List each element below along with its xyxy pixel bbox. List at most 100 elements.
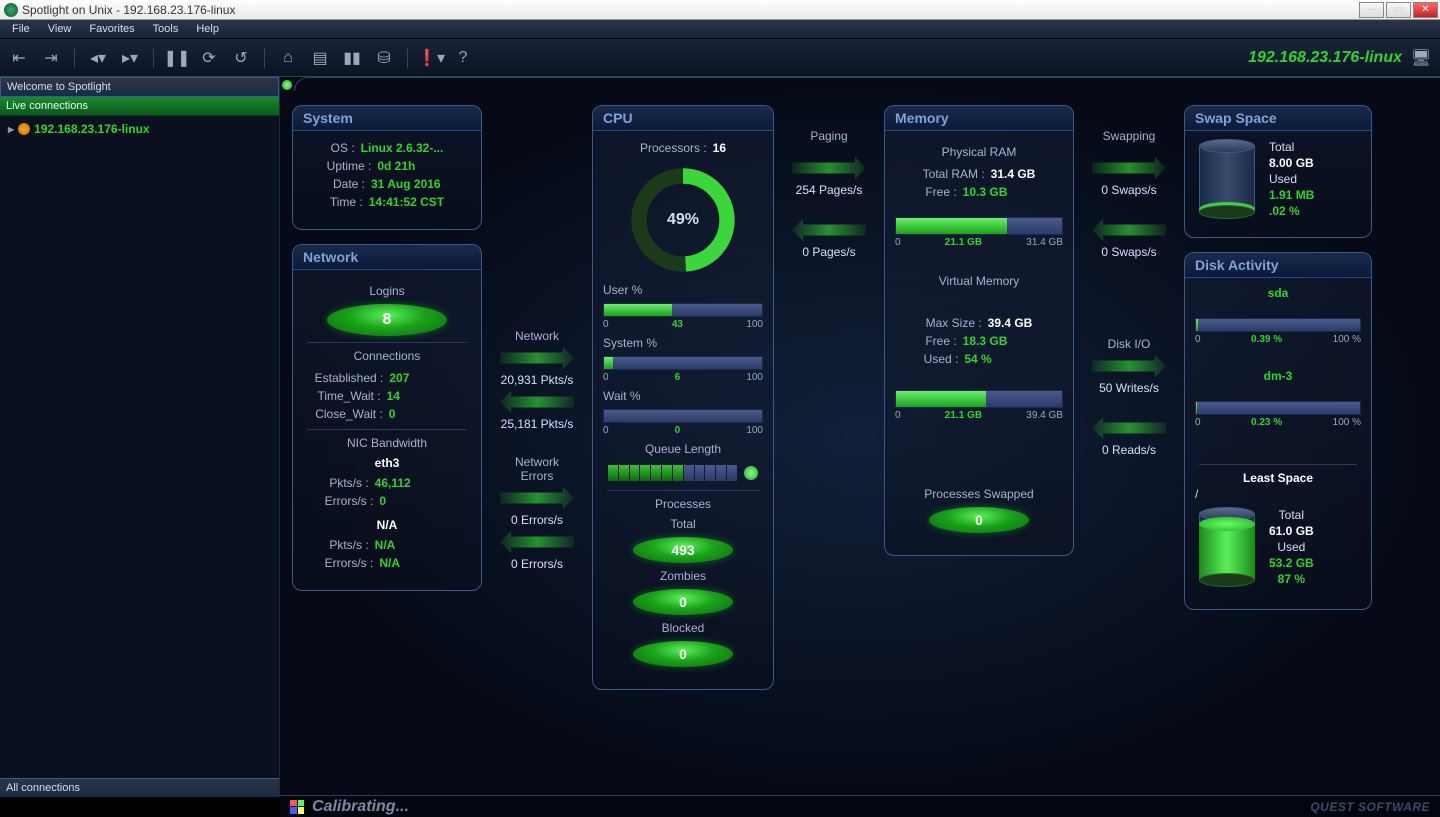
minimize-button[interactable]: — [1359, 2, 1384, 18]
mem-free: 10.3 GB [963, 185, 1033, 199]
swap-used: 1.91 MB [1269, 188, 1314, 202]
panel-memory[interactable]: Memory Physical RAM Total RAM :31.4 GB F… [884, 105, 1074, 556]
panel-system[interactable]: System OS :Linux 2.6.32-... Uptime :0d 2… [292, 105, 482, 230]
nav-fwd-icon[interactable]: ▸▾ [119, 47, 141, 69]
tree-host[interactable]: ▶ 192.168.23.176-linux [4, 120, 275, 138]
history-icon[interactable]: ↺ [230, 47, 252, 69]
proc-blocked: 0 [633, 641, 733, 667]
flow-net-out: 20,931 Pkts/s [500, 373, 574, 387]
flow-arrow-icon [792, 219, 866, 241]
disk-cylinder-icon [1199, 507, 1255, 587]
title-bar: Spotlight on Unix - 192.168.23.176-linux… [0, 0, 1440, 20]
flow-arrow-icon [500, 531, 574, 553]
disk-used: 53.2 GB [1269, 556, 1314, 570]
flow-arrow-icon [792, 157, 866, 179]
proc-swapped: 0 [929, 507, 1029, 533]
sidebar: Welcome to Spotlight Live connections ▶ … [0, 77, 280, 797]
disk-path: / [1195, 487, 1361, 501]
flow-arrow-icon [1092, 417, 1166, 439]
panel-disk[interactable]: Disk Activity sda 00.39 %100 % dm-3 00.2… [1184, 252, 1372, 610]
menu-tools[interactable]: Tools [145, 21, 187, 37]
menu-file[interactable]: File [4, 21, 38, 37]
swap-used-pct: .02 % [1269, 204, 1314, 218]
sidebar-live[interactable]: Live connections [0, 97, 279, 116]
refresh-icon[interactable]: ⟳ [198, 47, 220, 69]
tree-host-label: 192.168.23.176-linux [34, 122, 149, 136]
disk-total: 61.0 GB [1269, 524, 1314, 538]
nic1-err: 0 [379, 494, 449, 508]
panel-cpu[interactable]: CPU Processors :16 49% User % 043100 Sys… [592, 105, 774, 690]
system-uptime: 0d 21h [377, 159, 447, 173]
status-bar: Calibrating... QUEST SOFTWARE [280, 795, 1440, 817]
connect-icon[interactable]: ⇤ [8, 47, 30, 69]
window-title: Spotlight on Unix - 192.168.23.176-linux [22, 3, 1359, 17]
alert-icon[interactable]: ❗▾ [420, 47, 442, 69]
pause-icon[interactable]: ❚❚ [166, 47, 188, 69]
grid-icon[interactable] [290, 800, 304, 814]
conn-closewait: 0 [389, 407, 459, 421]
flow-arrow-icon [1092, 157, 1166, 179]
proc-total: 493 [633, 537, 733, 563]
cpu-count: 16 [713, 141, 726, 155]
flow-paging-in: 0 Pages/s [792, 245, 866, 259]
panel-memory-title: Memory [885, 106, 1073, 131]
menu-favorites[interactable]: Favorites [81, 21, 142, 37]
flow-arrow-icon [1092, 355, 1166, 377]
host-label: 192.168.23.176-linux [1248, 49, 1402, 67]
disk2-bar [1195, 401, 1361, 415]
cpu-gauge: 49% [628, 165, 738, 275]
disk1-name: sda [1195, 286, 1361, 300]
home-icon[interactable]: ⌂ [277, 47, 299, 69]
swap-cylinder-icon [1199, 139, 1255, 219]
panel-network-title: Network [293, 245, 481, 270]
nic2-err: N/A [379, 556, 449, 570]
status-led-icon [282, 80, 292, 90]
system-date: 31 Aug 2016 [371, 177, 441, 191]
nic1-name: eth3 [303, 456, 471, 470]
disk2-name: dm-3 [1195, 369, 1361, 383]
connection-tree: ▶ 192.168.23.176-linux [0, 116, 279, 778]
sidebar-all[interactable]: All connections [0, 778, 279, 797]
conn-established: 207 [389, 371, 459, 385]
chart-icon[interactable]: ▮▮ [341, 47, 363, 69]
panel-swap-title: Swap Space [1185, 106, 1371, 131]
proc-zombies: 0 [633, 589, 733, 615]
swap-total: 8.00 GB [1269, 156, 1314, 170]
disk-used-pct: 87 % [1269, 572, 1314, 586]
flow-arrow-icon [500, 347, 574, 369]
mem-phys-bar [895, 217, 1063, 235]
maximize-button[interactable]: ▭ [1386, 2, 1411, 18]
flow-disk-writes: 50 Writes/s [1092, 381, 1166, 395]
disconnect-icon[interactable]: ⇥ [40, 47, 62, 69]
help-icon[interactable]: ? [452, 47, 474, 69]
nic1-pkts: 46,112 [375, 476, 445, 490]
menu-help[interactable]: Help [188, 21, 227, 37]
panel-cpu-title: CPU [593, 106, 773, 131]
flow-net-in: 25,181 Pkts/s [500, 417, 574, 431]
system-time: 14:41:52 CST [369, 195, 444, 209]
flow-arrow-icon [500, 391, 574, 413]
host-icon [18, 123, 30, 135]
sidebar-welcome[interactable]: Welcome to Spotlight [0, 77, 279, 97]
disk1-bar [1195, 318, 1361, 332]
flow-paging-out: 254 Pages/s [792, 183, 866, 197]
menu-view[interactable]: View [40, 21, 80, 37]
cpu-user-bar [603, 303, 763, 317]
close-button[interactable]: ✕ [1413, 2, 1438, 18]
panel-swap[interactable]: Swap Space Total 8.00 GB Used 1.91 MB .0… [1184, 105, 1372, 238]
flow-arrow-icon [500, 487, 574, 509]
cpu-wait-bar [603, 409, 763, 423]
cpu-system-bar [603, 356, 763, 370]
monitor-icon[interactable]: 🖥 [1410, 47, 1432, 69]
nic2-pkts: N/A [375, 538, 445, 552]
nic2-name: N/A [303, 518, 471, 532]
logins-oval: 8 [327, 304, 447, 336]
panel-network[interactable]: Network Logins 8 Connections Established… [292, 244, 482, 591]
conn-timewait: 14 [387, 389, 457, 403]
database-icon[interactable]: ⛁ [373, 47, 395, 69]
nav-back-icon[interactable]: ◂▾ [87, 47, 109, 69]
cpu-queue-bar [608, 462, 758, 484]
table-icon[interactable]: ▤ [309, 47, 331, 69]
app-icon [4, 3, 18, 17]
menu-bar: File View Favorites Tools Help [0, 20, 1440, 39]
